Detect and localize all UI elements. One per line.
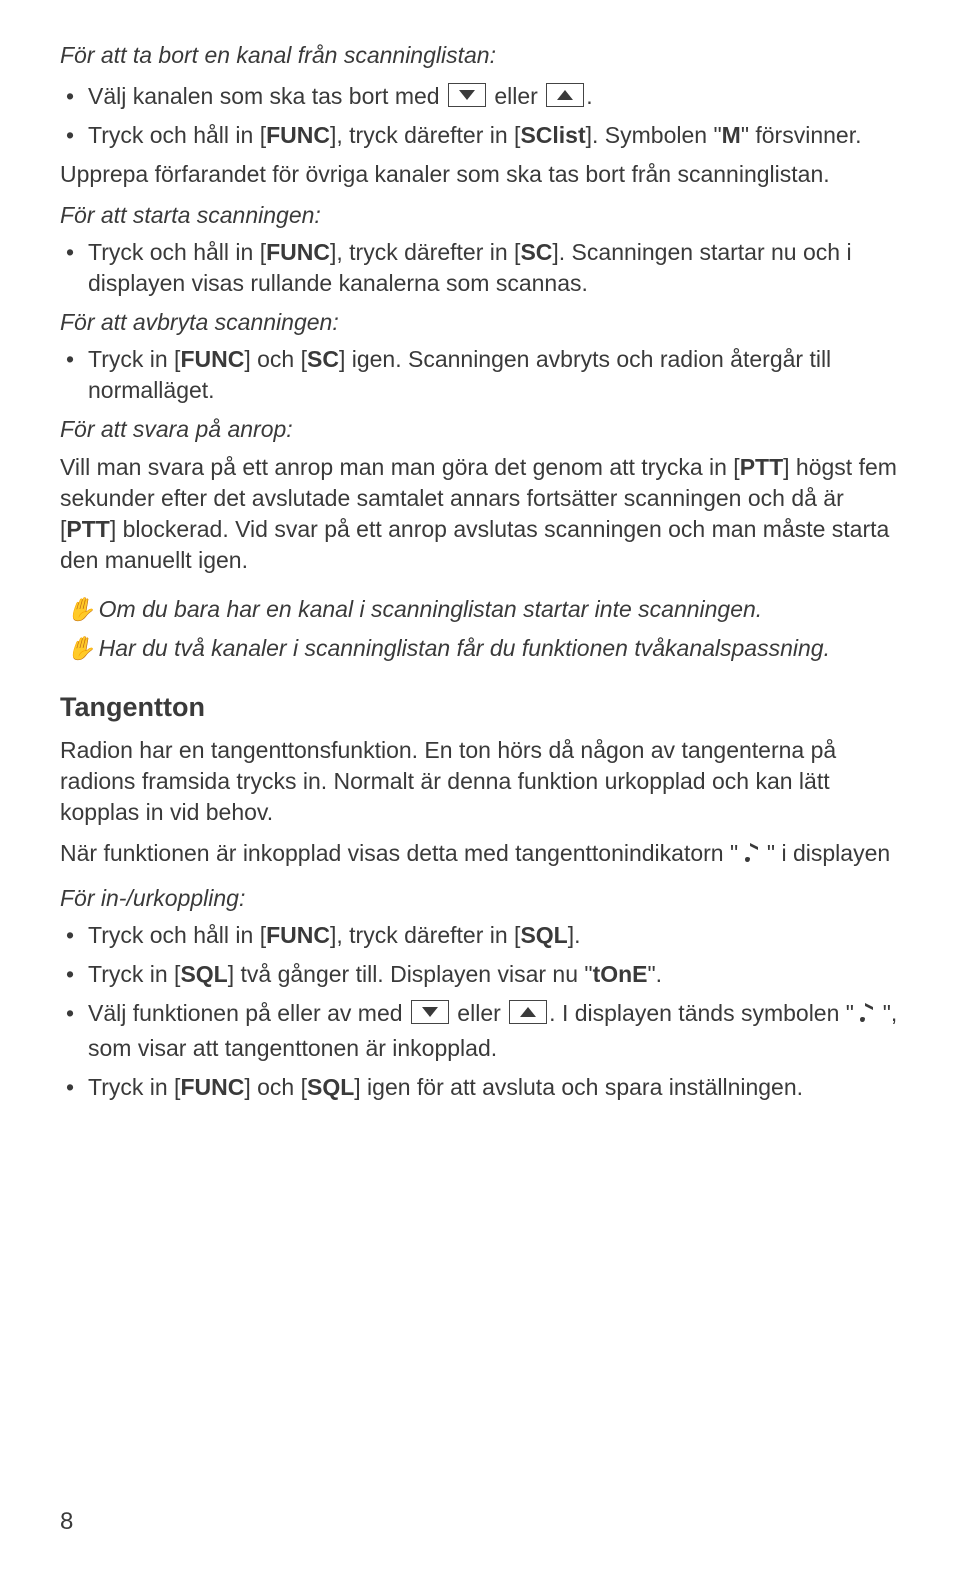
paragraph: Vill man svara på ett anrop man man göra… — [60, 452, 900, 576]
text: Välj kanalen som ska tas bort med — [88, 83, 446, 109]
music-note-icon — [745, 841, 761, 873]
hand-icon: ✋ — [66, 635, 95, 661]
paragraph: Upprepa förfarandet för övriga kanaler s… — [60, 159, 900, 190]
list-item: Tryck in [FUNC] och [SC] igen. Scanninge… — [60, 344, 900, 406]
section-start-scan-head: För att starta scanningen: — [60, 200, 900, 231]
text: Tryck och håll in [FUNC], tryck därefter… — [88, 922, 581, 948]
text: eller — [488, 83, 544, 109]
text: Tryck och håll in [FUNC], tryck därefter… — [88, 239, 852, 296]
down-arrow-icon — [411, 1000, 449, 1024]
down-arrow-icon — [448, 83, 486, 107]
text: Tryck och håll in [FUNC], tryck därefter… — [88, 122, 861, 148]
page-number: 8 — [60, 1508, 73, 1536]
text: . I displayen tänds symbolen " — [549, 1000, 860, 1026]
text: Tryck in [SQL] två gånger till. Displaye… — [88, 961, 662, 987]
text: Välj funktionen på eller av med — [88, 1000, 409, 1026]
text: Tryck in [FUNC] och [SQL] igen för att a… — [88, 1074, 803, 1100]
note-text: Om du bara har en kanal i scanninglistan… — [99, 596, 763, 622]
section-stop-scan-head: För att avbryta scanningen: — [60, 307, 900, 338]
up-arrow-icon — [546, 83, 584, 107]
note-item: ✋Om du bara har en kanal i scanninglista… — [60, 594, 900, 625]
paragraph: När funktionen är inkopplad visas detta … — [60, 838, 900, 873]
text: eller — [451, 1000, 507, 1026]
music-note-icon — [860, 1001, 876, 1033]
up-arrow-icon — [509, 1000, 547, 1024]
text: " i displayen — [761, 840, 891, 866]
hand-icon: ✋ — [66, 596, 95, 622]
section-remove-channel-head: För att ta bort en kanal från scanningli… — [60, 40, 900, 71]
heading-tangentton: Tangentton — [60, 692, 900, 723]
list-item: Tryck och håll in [FUNC], tryck därefter… — [60, 237, 900, 299]
list-item: Välj funktionen på eller av med eller . … — [60, 998, 900, 1064]
list-item: Tryck in [FUNC] och [SQL] igen för att a… — [60, 1072, 900, 1103]
text: När funktionen är inkopplad visas detta … — [60, 840, 745, 866]
note-item: ✋Har du två kanaler i scanninglistan får… — [60, 633, 900, 664]
text: Tryck in [FUNC] och [SC] igen. Scanninge… — [88, 346, 831, 403]
note-text: Har du två kanaler i scanninglistan får … — [99, 635, 830, 661]
list-item: Välj kanalen som ska tas bort med eller … — [60, 81, 900, 112]
list-item: Tryck och håll in [FUNC], tryck därefter… — [60, 920, 900, 951]
section-toggle-head: För in-/urkoppling: — [60, 883, 900, 914]
text: . — [586, 83, 592, 109]
list-item: Tryck och håll in [FUNC], tryck därefter… — [60, 120, 900, 151]
section-answer-call-head: För att svara på anrop: — [60, 414, 900, 445]
paragraph: Radion har en tangenttonsfunktion. En to… — [60, 735, 900, 828]
list-item: Tryck in [SQL] två gånger till. Displaye… — [60, 959, 900, 990]
